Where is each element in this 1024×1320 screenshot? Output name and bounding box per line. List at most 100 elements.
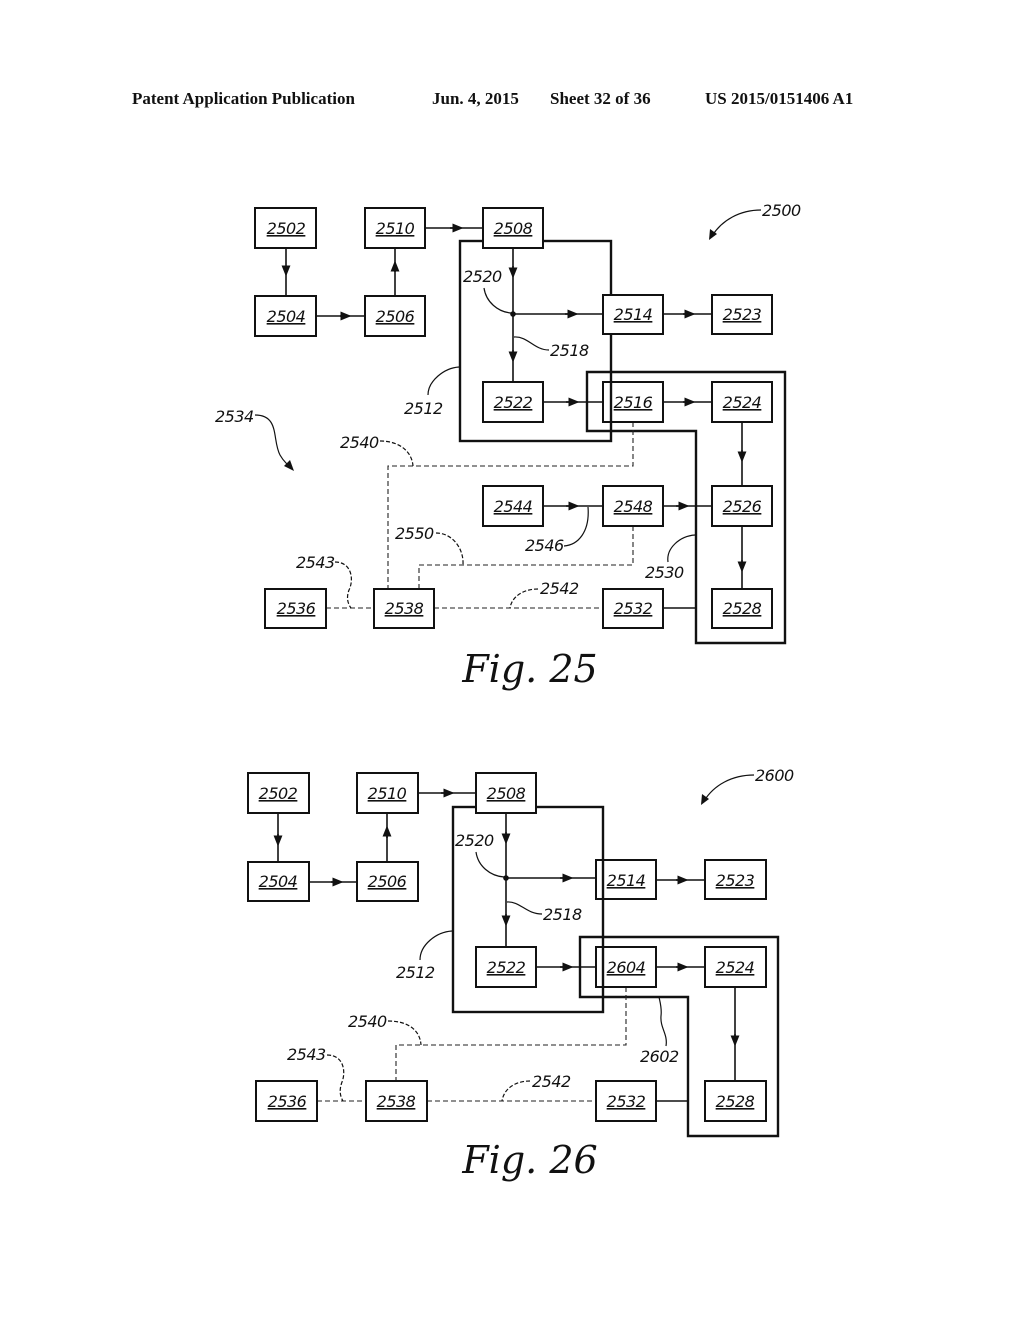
ref-label-2518: 2518: [550, 341, 589, 360]
ref-label-2512: 2512: [404, 399, 443, 418]
svg-text:2544: 2544: [494, 497, 533, 516]
box-2506: 2506: [364, 295, 426, 337]
leader-2542: [509, 588, 539, 609]
leader-2546: [563, 506, 589, 547]
box-2510: 2510: [356, 772, 419, 814]
ref-label-2600: 2600: [755, 766, 794, 785]
ref-label-2542: 2542: [532, 1072, 571, 1091]
svg-text:2536: 2536: [277, 599, 316, 618]
box-2536: 2536: [264, 588, 327, 629]
leader-2600: [703, 774, 755, 802]
leader-2540: [387, 1020, 422, 1046]
ref-label-2540: 2540: [348, 1012, 387, 1031]
box-2523: 2523: [704, 859, 767, 900]
box-2510: 2510: [364, 207, 426, 249]
box-2528: 2528: [704, 1080, 767, 1122]
patent-drawing-sheet: 2502 2504 2506 2510 2508 2514 2523 2522 …: [215, 201, 802, 1182]
ref-label-2512: 2512: [396, 963, 435, 982]
leader-2543: [326, 1054, 345, 1102]
svg-text:2508: 2508: [494, 219, 533, 238]
leader-2540: [379, 440, 414, 467]
svg-text:2508: 2508: [487, 784, 526, 803]
box-2538: 2538: [365, 1080, 428, 1122]
ref-label-2546: 2546: [525, 536, 564, 555]
svg-text:2528: 2528: [716, 1092, 755, 1111]
box-2524: 2524: [704, 946, 767, 988]
ref-label-2550: 2550: [395, 524, 434, 543]
svg-text:2516: 2516: [614, 393, 653, 412]
box-2524: 2524: [711, 381, 773, 423]
leader-2512: [427, 366, 460, 396]
box-2532: 2532: [595, 1080, 657, 1122]
box-2604: 2604: [595, 946, 657, 988]
box-2502: 2502: [254, 207, 317, 249]
box-2536: 2536: [255, 1080, 318, 1122]
ref-label-2543: 2543: [296, 553, 335, 572]
svg-text:2538: 2538: [385, 599, 424, 618]
leader-2520: [475, 851, 505, 878]
box-2538: 2538: [373, 588, 435, 629]
svg-text:2532: 2532: [607, 1092, 646, 1111]
ref-label-2520: 2520: [455, 831, 494, 850]
svg-text:2514: 2514: [607, 871, 646, 890]
box-2502: 2502: [247, 772, 310, 814]
leader-2518: [506, 901, 543, 915]
svg-text:2524: 2524: [716, 958, 755, 977]
svg-text:2522: 2522: [487, 958, 526, 977]
svg-text:2532: 2532: [614, 599, 653, 618]
ref-label-2543: 2543: [287, 1045, 326, 1064]
svg-text:2510: 2510: [376, 219, 415, 238]
leader-2602: [658, 996, 667, 1047]
figure-26: 2502 2504 2506 2510 2508 2514 2523 2522 …: [247, 766, 795, 1182]
ref-label-2530: 2530: [645, 563, 684, 582]
box-2514: 2514: [602, 294, 664, 335]
box-2548: 2548: [602, 485, 664, 527]
box-2523: 2523: [711, 294, 773, 335]
leader-2542: [501, 1080, 531, 1102]
box-2522: 2522: [475, 946, 537, 988]
svg-text:2523: 2523: [723, 305, 762, 324]
box-2508: 2508: [475, 772, 537, 814]
box-2504: 2504: [247, 861, 310, 902]
figure-25: 2502 2504 2506 2510 2508 2514 2523 2522 …: [215, 201, 802, 691]
svg-text:2548: 2548: [614, 497, 653, 516]
leader-2530: [667, 534, 696, 563]
box-2522: 2522: [482, 381, 544, 423]
svg-text:2538: 2538: [377, 1092, 416, 1111]
ref-label-2602: 2602: [640, 1047, 679, 1066]
svg-text:2604: 2604: [607, 958, 646, 977]
dashed-link-2540: [395, 987, 627, 1081]
leader-2518: [513, 336, 550, 351]
leader-2543: [334, 561, 352, 609]
ref-label-2540: 2540: [340, 433, 379, 452]
svg-text:2528: 2528: [723, 599, 762, 618]
svg-text:2504: 2504: [259, 872, 298, 891]
svg-text:2536: 2536: [268, 1092, 307, 1111]
svg-text:2526: 2526: [723, 497, 762, 516]
box-2514: 2514: [595, 859, 657, 900]
leader-2512: [419, 930, 453, 961]
svg-text:2524: 2524: [723, 393, 762, 412]
svg-text:2506: 2506: [376, 307, 415, 326]
leader-2500: [711, 209, 762, 237]
box-2532: 2532: [602, 588, 664, 629]
ref-label-2542: 2542: [540, 579, 579, 598]
ref-label-2500: 2500: [762, 201, 801, 220]
svg-text:2502: 2502: [267, 219, 306, 238]
ref-label-2520: 2520: [463, 267, 502, 286]
ref-label-2518: 2518: [543, 905, 582, 924]
leader-2550: [435, 532, 464, 566]
box-2516: 2516: [602, 381, 664, 423]
svg-text:2522: 2522: [494, 393, 533, 412]
box-2504: 2504: [254, 295, 317, 337]
ref-label-2534: 2534: [215, 407, 254, 426]
box-2506: 2506: [356, 861, 419, 902]
figure-caption-25: Fig. 25: [461, 647, 597, 691]
svg-text:2506: 2506: [368, 872, 407, 891]
svg-text:2514: 2514: [614, 305, 653, 324]
svg-text:2504: 2504: [267, 307, 306, 326]
box-2526: 2526: [711, 485, 773, 527]
box-2528: 2528: [711, 588, 773, 629]
svg-text:2502: 2502: [259, 784, 298, 803]
figure-caption-26: Fig. 26: [461, 1138, 597, 1182]
